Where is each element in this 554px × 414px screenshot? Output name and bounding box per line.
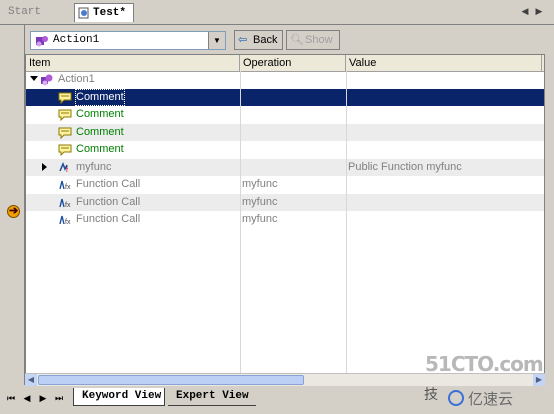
tab-scroll-right-icon[interactable]: ▶ (533, 5, 545, 17)
show-button[interactable]: 🔍︎ Show (286, 30, 340, 50)
next-tab-icon[interactable]: ▶ (38, 392, 48, 404)
svg-text:f: f (66, 167, 68, 174)
back-button[interactable]: ⇦ Back (234, 30, 283, 50)
row-operation-cell[interactable]: myfunc (242, 194, 277, 211)
current-step-arrow-icon: ➔ (7, 205, 20, 218)
column-header-operation[interactable]: Operation (240, 55, 346, 71)
scrollbar-thumb[interactable] (38, 375, 304, 385)
back-arrow-icon: ⇦ (238, 34, 248, 46)
row-item-label: Action1 (58, 73, 95, 85)
column-divider (346, 71, 347, 383)
table-row[interactable]: fx Function Call myfunc (26, 176, 544, 193)
column-divider (240, 71, 241, 383)
watermark-site: 51CTO.com (425, 352, 544, 376)
row-item-label: Comment (76, 125, 124, 138)
tab-test-label: Test* (93, 7, 127, 19)
table-row[interactable]: Comment (26, 123, 544, 141)
keyword-grid[interactable]: Item Operation Value Action1 Comment Comme… (25, 54, 545, 385)
watermark-logo-icon (448, 390, 464, 406)
document-tab-bar: Start Page Test* ◀ ▶ (0, 0, 554, 37)
comment-icon (58, 127, 72, 139)
svg-text:fx: fx (65, 219, 71, 226)
test-document-icon (78, 7, 89, 19)
action-icon (36, 36, 48, 47)
comment-icon (58, 92, 72, 104)
row-operation-cell[interactable]: myfunc (242, 211, 277, 228)
function-call-icon: fx (59, 198, 71, 209)
svg-text:fx: fx (65, 184, 71, 191)
grid-body: Action1 Comment Comment Comment Comment f myfu… (26, 71, 544, 384)
comment-icon (58, 109, 72, 121)
table-row[interactable]: Comment (26, 88, 544, 106)
row-item-label: Function Call (76, 178, 141, 190)
row-item-label: Comment (75, 88, 125, 106)
row-item-label: Comment (76, 108, 124, 120)
function-call-icon: fx (59, 215, 71, 226)
action-select-value: Action1 (53, 34, 100, 46)
scroll-left-icon[interactable]: ◀ (25, 374, 37, 386)
table-row[interactable]: Action1 (26, 71, 544, 88)
first-tab-icon[interactable]: ⏮ (6, 392, 16, 404)
table-row[interactable]: Comment (26, 106, 544, 123)
table-row[interactable]: f myfunc Public Function myfunc (26, 158, 544, 176)
column-header-value[interactable]: Value (346, 55, 542, 71)
svg-text:fx: fx (65, 202, 71, 209)
row-item-label: Function Call (76, 195, 141, 208)
table-row[interactable]: fx Function Call myfunc (26, 193, 544, 211)
expand-arrow-icon[interactable] (30, 76, 38, 81)
tab-keyword-view[interactable]: Keyword View (73, 388, 165, 406)
back-button-label: Back (253, 34, 278, 46)
function-call-icon: fx (59, 180, 71, 191)
row-operation-cell[interactable]: myfunc (242, 176, 277, 193)
row-value-cell[interactable]: Public Function myfunc (348, 159, 462, 176)
show-button-label: Show (305, 34, 333, 46)
row-item-label: Comment (76, 143, 124, 155)
tab-start-page[interactable]: Start Page (2, 3, 72, 37)
comment-icon (58, 144, 72, 156)
tab-expert-view[interactable]: Expert View (168, 388, 256, 406)
watermark-brand: 亿速云 (468, 390, 514, 408)
grid-header: Item Operation Value (26, 55, 544, 72)
action-icon (41, 74, 53, 86)
keyword-toolbar: Action1 ▼ ⇦ Back 🔍︎ Show (25, 26, 545, 54)
action-select[interactable]: Action1 ▼ (30, 31, 226, 50)
previous-tab-icon[interactable]: ◀ (22, 392, 32, 404)
watermark-extra: 技 (424, 387, 438, 403)
collapse-arrow-icon[interactable] (42, 162, 47, 171)
chevron-down-icon[interactable]: ▼ (208, 32, 225, 49)
execution-gutter: ➔ (0, 25, 25, 385)
magnifier-icon: 🔍︎ (290, 34, 304, 46)
column-header-item[interactable]: Item (26, 55, 240, 71)
table-row[interactable]: Comment (26, 141, 544, 158)
tab-scroll-left-icon[interactable]: ◀ (519, 5, 531, 17)
tab-test[interactable]: Test* (74, 3, 134, 22)
last-tab-icon[interactable]: ⏭ (54, 392, 64, 404)
row-item-label: Function Call (76, 213, 141, 225)
row-item-label: myfunc (76, 160, 112, 173)
function-icon: f (59, 161, 68, 174)
table-row[interactable]: fx Function Call myfunc (26, 211, 544, 228)
